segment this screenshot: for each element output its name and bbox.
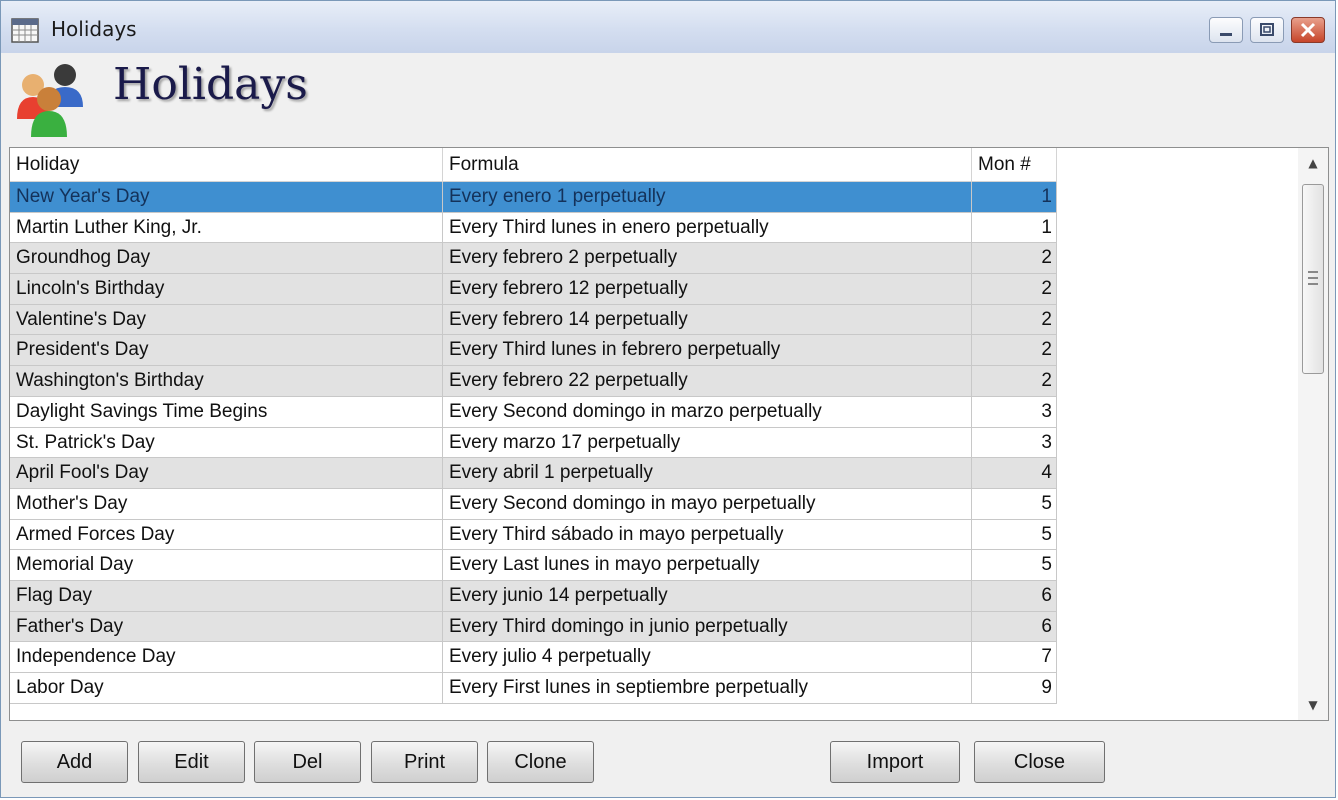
table-row[interactable]: Father's Day Every Third domingo in junio…	[10, 611, 1057, 643]
month-cell: 1	[972, 182, 1057, 213]
month-cell: 4	[972, 458, 1057, 489]
table-row[interactable]: Labor Day Every First lunes in septiembre…	[10, 673, 1057, 704]
close-button[interactable]: Close	[974, 741, 1105, 783]
close-window-button[interactable]	[1291, 17, 1325, 43]
scroll-down-icon[interactable]: ▼	[1298, 692, 1328, 718]
formula-cell: Every Second domingo in marzo perpetuall…	[443, 396, 972, 428]
table-row[interactable]: Memorial Day Every Last lunes in mayo per…	[10, 550, 1057, 581]
formula-cell: Every Third lunes in enero perpetually	[443, 212, 972, 244]
table-row[interactable]: New Year's Day Every enero 1 perpetually 1	[10, 182, 1057, 213]
print-button[interactable]: Print	[371, 741, 478, 783]
column-header-formula[interactable]: Formula	[443, 148, 972, 182]
table-row[interactable]: Armed Forces Day Every Third sábado in ma…	[10, 519, 1057, 551]
holiday-cell: Washington's Birthday	[10, 366, 443, 397]
month-cell: 2	[972, 243, 1057, 275]
people-icon	[17, 64, 83, 137]
clone-button[interactable]: Clone	[487, 741, 594, 783]
vertical-scrollbar[interactable]: ▲ ▼	[1298, 148, 1328, 720]
column-header-mon[interactable]: Mon #	[972, 148, 1057, 182]
holidays-window: Holidays Holidays Holiday Formula Mon # …	[0, 0, 1336, 798]
formula-cell: Every febrero 12 perpetually	[443, 274, 972, 305]
month-cell: 2	[972, 274, 1057, 305]
formula-cell: Every enero 1 perpetually	[443, 182, 972, 213]
month-cell: 9	[972, 673, 1057, 704]
scroll-up-icon[interactable]: ▲	[1298, 150, 1328, 176]
table-row[interactable]: President's Day Every Third lunes in febr…	[10, 335, 1057, 367]
restore-icon	[1260, 23, 1274, 36]
table-row[interactable]: April Fool's Day Every abril 1 perpetuall…	[10, 458, 1057, 489]
holiday-cell: Flag Day	[10, 580, 443, 612]
holiday-cell: Mother's Day	[10, 488, 443, 520]
month-cell: 7	[972, 642, 1057, 673]
edit-button[interactable]: Edit	[138, 741, 245, 783]
import-button[interactable]: Import	[830, 741, 960, 783]
column-header-holiday[interactable]: Holiday	[10, 148, 443, 182]
holiday-cell: Armed Forces Day	[10, 519, 443, 551]
holiday-cell: New Year's Day	[10, 182, 443, 213]
table-row[interactable]: Lincoln's Birthday Every febrero 12 perpe…	[10, 274, 1057, 305]
holiday-cell: Martin Luther King, Jr.	[10, 212, 443, 244]
add-button[interactable]: Add	[21, 741, 128, 783]
formula-cell: Every Third domingo in junio perpetually	[443, 611, 972, 643]
title-bar[interactable]: Holidays	[1, 1, 1335, 54]
month-cell: 3	[972, 427, 1057, 459]
month-cell: 3	[972, 396, 1057, 428]
table-row[interactable]: Valentine's Day Every febrero 14 perpetua…	[10, 304, 1057, 336]
month-cell: 1	[972, 212, 1057, 244]
window-title: Holidays	[51, 17, 137, 41]
holiday-cell: St. Patrick's Day	[10, 427, 443, 459]
minimize-button[interactable]	[1209, 17, 1243, 43]
calendar-icon	[11, 18, 39, 43]
formula-cell: Every abril 1 perpetually	[443, 458, 972, 489]
month-cell: 2	[972, 335, 1057, 367]
formula-cell: Every First lunes in septiembre perpetua…	[443, 673, 972, 704]
table-row[interactable]: Independence Day Every julio 4 perpetuall…	[10, 642, 1057, 673]
holiday-cell: President's Day	[10, 335, 443, 367]
table-body: New Year's Day Every enero 1 perpetually 1…	[10, 182, 1057, 704]
minimize-icon	[1220, 33, 1232, 36]
table-row[interactable]: Martin Luther King, Jr. Every Third lunes…	[10, 212, 1057, 244]
holiday-cell: Labor Day	[10, 673, 443, 704]
table-header: Holiday Formula Mon #	[10, 148, 1057, 182]
formula-cell: Every marzo 17 perpetually	[443, 427, 972, 459]
formula-cell: Every febrero 2 perpetually	[443, 243, 972, 275]
month-cell: 5	[972, 488, 1057, 520]
month-cell: 2	[972, 304, 1057, 336]
table-row[interactable]: Flag Day Every junio 14 perpetually 6	[10, 580, 1057, 612]
formula-cell: Every Second domingo in mayo perpetually	[443, 488, 972, 520]
table-row[interactable]: Washington's Birthday Every febrero 22 pe…	[10, 366, 1057, 397]
table-row[interactable]: Groundhog Day Every febrero 2 perpetually…	[10, 243, 1057, 275]
month-cell: 6	[972, 580, 1057, 612]
page-title: Holidays	[113, 59, 308, 110]
holiday-cell: Groundhog Day	[10, 243, 443, 275]
grip-icon	[1308, 271, 1318, 285]
holiday-cell: April Fool's Day	[10, 458, 443, 489]
holiday-cell: Valentine's Day	[10, 304, 443, 336]
table-row[interactable]: Mother's Day Every Second domingo in mayo…	[10, 488, 1057, 520]
month-cell: 2	[972, 366, 1057, 397]
month-cell: 5	[972, 519, 1057, 551]
formula-cell: Every febrero 14 perpetually	[443, 304, 972, 336]
formula-cell: Every julio 4 perpetually	[443, 642, 972, 673]
formula-cell: Every junio 14 perpetually	[443, 580, 972, 612]
holidays-table: Holiday Formula Mon # New Year's Day Ever…	[9, 147, 1329, 721]
delete-button[interactable]: Del	[254, 741, 361, 783]
table-row[interactable]: Daylight Savings Time Begins Every Second…	[10, 396, 1057, 428]
scrollbar-thumb[interactable]	[1302, 184, 1324, 374]
close-icon	[1300, 22, 1316, 38]
month-cell: 6	[972, 611, 1057, 643]
formula-cell: Every Third sábado in mayo perpetually	[443, 519, 972, 551]
holiday-cell: Lincoln's Birthday	[10, 274, 443, 305]
maximize-button[interactable]	[1250, 17, 1284, 43]
table-row[interactable]: St. Patrick's Day Every marzo 17 perpetua…	[10, 427, 1057, 459]
header-panel: Holidays	[1, 53, 1335, 145]
holiday-cell: Memorial Day	[10, 550, 443, 581]
formula-cell: Every Third lunes in febrero perpetually	[443, 335, 972, 367]
holiday-cell: Independence Day	[10, 642, 443, 673]
formula-cell: Every Last lunes in mayo perpetually	[443, 550, 972, 581]
month-cell: 5	[972, 550, 1057, 581]
formula-cell: Every febrero 22 perpetually	[443, 366, 972, 397]
holiday-cell: Father's Day	[10, 611, 443, 643]
holiday-cell: Daylight Savings Time Begins	[10, 396, 443, 428]
